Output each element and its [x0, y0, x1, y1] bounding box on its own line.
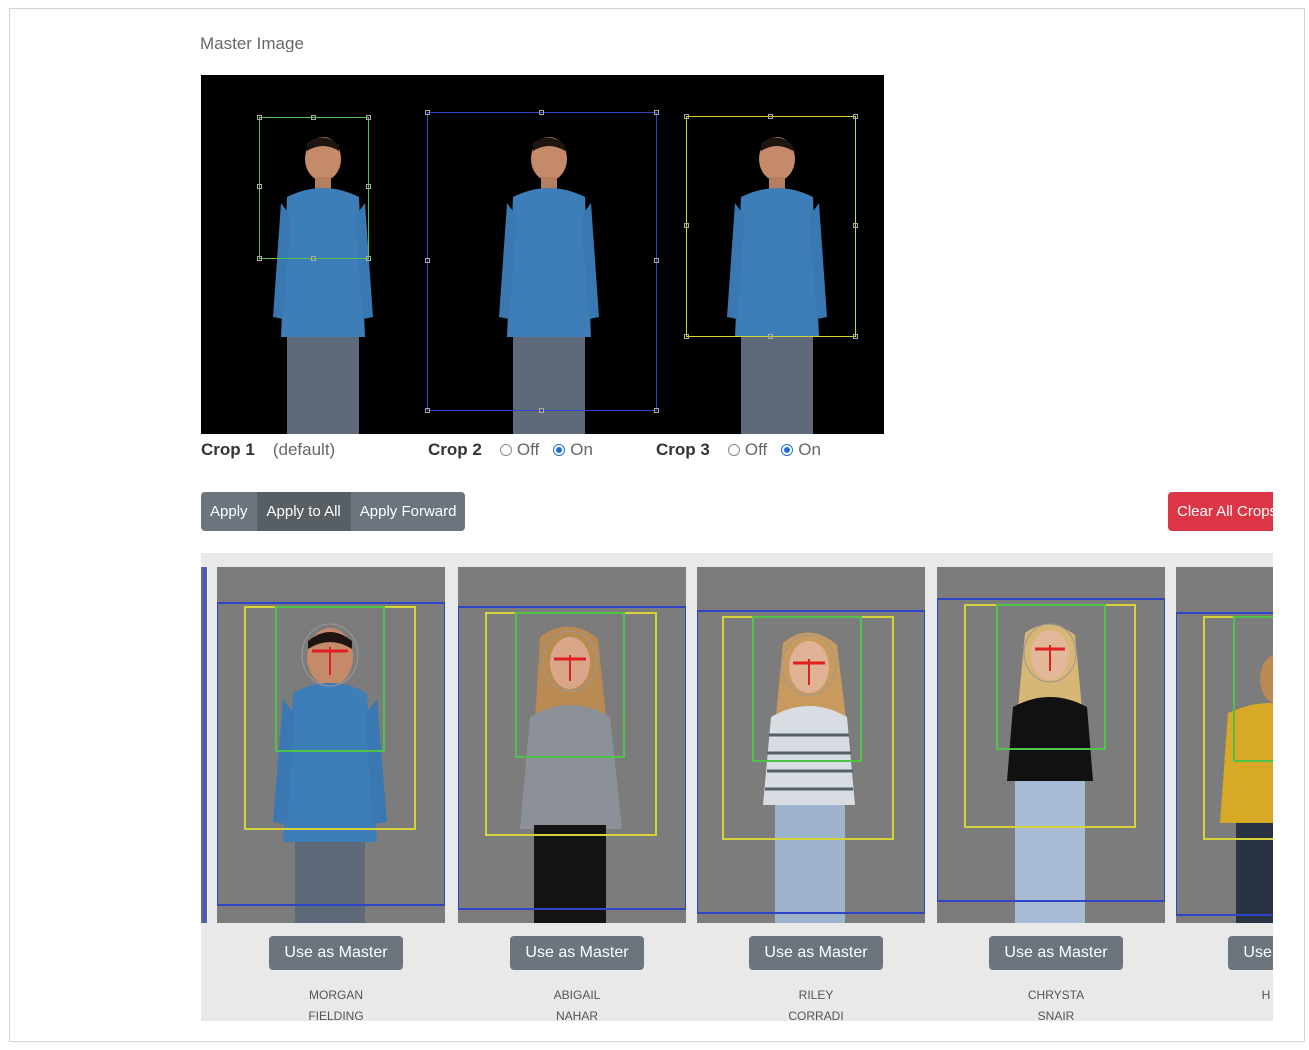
resize-handle[interactable] — [539, 110, 544, 115]
resize-handle[interactable] — [425, 258, 430, 263]
student-last-name: NAHAR — [555, 1009, 598, 1021]
clear-all-crops-button[interactable]: Clear All Crops — [1168, 492, 1273, 531]
master-image[interactable] — [201, 75, 884, 434]
resize-handle[interactable] — [257, 184, 262, 189]
student-photo[interactable] — [1176, 567, 1273, 923]
resize-handle[interactable] — [684, 334, 689, 339]
resize-handle[interactable] — [425, 408, 430, 413]
student-name: RILEY CORRADI — [697, 985, 935, 1021]
apply-to-all-button[interactable]: Apply to All — [257, 492, 351, 531]
student-last-name: SNAIR — [1037, 1009, 1075, 1021]
apply-forward-button[interactable]: Apply Forward — [350, 492, 466, 531]
crop-2-label: Crop 2 — [428, 440, 482, 459]
student-first-name: H — [1261, 988, 1271, 1002]
crop-2-on-radio[interactable] — [553, 444, 566, 456]
student-first-name: RILEY — [798, 988, 834, 1002]
resize-handle[interactable] — [654, 110, 659, 115]
crop-3-off-option[interactable]: Off — [727, 440, 768, 460]
student-first-name: CHRYSTA — [1027, 988, 1085, 1002]
student-last-name: CORRADI — [788, 1009, 844, 1021]
resize-handle[interactable] — [257, 256, 262, 261]
apply-button-group: Apply Apply to All Apply Forward — [201, 492, 466, 531]
student-name: H — [1176, 985, 1273, 1006]
resize-handle[interactable] — [684, 114, 689, 119]
use-as-master-button[interactable]: Use as Master — [989, 936, 1123, 970]
use-as-master-button[interactable]: Use as Master — [749, 936, 883, 970]
crop-1-label: Crop 1 — [201, 440, 255, 459]
resize-handle[interactable] — [539, 408, 544, 413]
resize-handle[interactable] — [311, 115, 316, 120]
resize-handle[interactable] — [654, 408, 659, 413]
resize-handle[interactable] — [366, 184, 371, 189]
previous-card-edge — [201, 567, 207, 923]
student-name: ABIGAIL NAHAR — [458, 985, 696, 1021]
crop-3-label: Crop 3 — [656, 440, 710, 459]
resize-handle[interactable] — [257, 115, 262, 120]
resize-handle[interactable] — [366, 115, 371, 120]
resize-handle[interactable] — [853, 114, 858, 119]
resize-handle[interactable] — [768, 114, 773, 119]
student-photo[interactable] — [697, 567, 925, 923]
crop-3-off-radio[interactable] — [727, 444, 740, 456]
student-photo[interactable] — [937, 567, 1165, 923]
use-as-master-button[interactable]: Use as Master — [510, 936, 644, 970]
crop-2-off-label: Off — [516, 440, 540, 459]
student-card: Use as Master ABIGAIL NAHAR — [458, 567, 686, 1021]
student-card: Use as Master H — [1176, 567, 1273, 1021]
resize-handle[interactable] — [425, 110, 430, 115]
crop-2-off-radio[interactable] — [499, 444, 512, 456]
crop-2-on-option[interactable]: On — [553, 440, 593, 460]
crop-1-box[interactable] — [257, 115, 371, 261]
resize-handle[interactable] — [654, 258, 659, 263]
crop-3-box[interactable] — [684, 114, 858, 339]
apply-button[interactable]: Apply — [201, 492, 258, 531]
resize-handle[interactable] — [684, 223, 689, 228]
resize-handle[interactable] — [853, 223, 858, 228]
crop-2-control: Crop 2 Off On — [428, 438, 607, 462]
student-card: Use as Master MORGAN FIELDING — [217, 567, 445, 1021]
student-first-name: MORGAN — [309, 988, 363, 1002]
resize-handle[interactable] — [311, 256, 316, 261]
resize-handle[interactable] — [768, 334, 773, 339]
resize-handle[interactable] — [366, 256, 371, 261]
crop-3-off-label: Off — [744, 440, 768, 459]
student-name: CHRYSTA SNAIR — [937, 985, 1175, 1021]
student-card: Use as Master RILEY CORRADI — [697, 567, 925, 1021]
crop-3-on-option[interactable]: On — [781, 440, 821, 460]
resize-handle[interactable] — [853, 334, 858, 339]
student-card: Use as Master CHRYSTA SNAIR — [937, 567, 1165, 1021]
use-as-master-button[interactable]: Use as Master — [269, 936, 403, 970]
student-thumbnail-strip[interactable]: Use as Master MORGAN FIELDING Use as Mas… — [201, 553, 1273, 1021]
crop-2-off-option[interactable]: Off — [499, 440, 540, 460]
crop-2-on-label: On — [570, 440, 593, 459]
master-image-title: Master Image — [200, 34, 304, 52]
crop-3-on-label: On — [798, 440, 821, 459]
crop-2-box[interactable] — [425, 110, 659, 413]
crop-1-default-note: (default) — [272, 440, 336, 459]
use-as-master-button[interactable]: Use as Master — [1228, 936, 1273, 970]
crop-3-on-radio[interactable] — [781, 444, 794, 456]
crop-3-control: Crop 3 Off On — [656, 438, 835, 462]
student-last-name: FIELDING — [308, 1009, 364, 1021]
student-photo[interactable] — [217, 567, 445, 923]
student-first-name: ABIGAIL — [553, 988, 601, 1002]
student-photo[interactable] — [458, 567, 686, 923]
crop-1-control: Crop 1 (default) — [201, 438, 335, 462]
student-name: MORGAN FIELDING — [217, 985, 455, 1021]
